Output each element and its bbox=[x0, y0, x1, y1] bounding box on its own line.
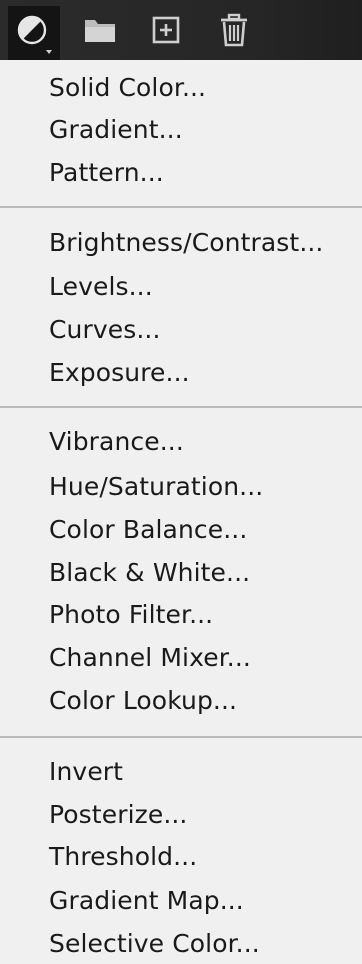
menu-item-exposure[interactable]: Exposure... bbox=[49, 353, 190, 393]
trash-icon bbox=[219, 13, 249, 47]
new-group-button[interactable] bbox=[80, 10, 120, 50]
menu-separator bbox=[0, 736, 362, 738]
folder-icon bbox=[83, 15, 117, 45]
menu-item-channel-mixer[interactable]: Channel Mixer... bbox=[49, 638, 251, 678]
menu-item-solid-color[interactable]: Solid Color... bbox=[49, 68, 206, 108]
menu-item-vibrance[interactable]: Vibrance... bbox=[49, 422, 184, 462]
menu-item-threshold[interactable]: Threshold... bbox=[49, 837, 197, 877]
menu-item-hue-saturation[interactable]: Hue/Saturation... bbox=[49, 467, 263, 507]
menu-item-posterize[interactable]: Posterize... bbox=[49, 795, 187, 835]
menu-item-invert[interactable]: Invert bbox=[49, 752, 123, 792]
menu-item-pattern[interactable]: Pattern... bbox=[49, 153, 164, 193]
menu-item-photo-filter[interactable]: Photo Filter... bbox=[49, 595, 213, 635]
menu-item-gradient-map[interactable]: Gradient Map... bbox=[49, 881, 244, 921]
menu-separator bbox=[0, 206, 362, 208]
new-layer-button[interactable] bbox=[146, 10, 186, 50]
menu-item-curves[interactable]: Curves... bbox=[49, 310, 161, 350]
delete-layer-button[interactable] bbox=[214, 10, 254, 50]
menu-item-levels[interactable]: Levels... bbox=[49, 267, 153, 307]
menu-item-gradient[interactable]: Gradient... bbox=[49, 110, 183, 150]
menu-item-brightness-contrast[interactable]: Brightness/Contrast... bbox=[49, 223, 323, 263]
adjustment-layer-icon bbox=[8, 6, 60, 60]
menu-item-black-white[interactable]: Black & White... bbox=[49, 553, 250, 593]
layers-panel-toolbar bbox=[0, 0, 362, 60]
menu-separator bbox=[0, 406, 362, 408]
adjustment-layer-button[interactable] bbox=[8, 6, 60, 60]
menu-item-color-lookup[interactable]: Color Lookup... bbox=[49, 681, 237, 721]
new-layer-icon bbox=[151, 15, 181, 45]
menu-item-selective-color[interactable]: Selective Color... bbox=[49, 924, 260, 964]
menu-item-color-balance[interactable]: Color Balance... bbox=[49, 510, 247, 550]
